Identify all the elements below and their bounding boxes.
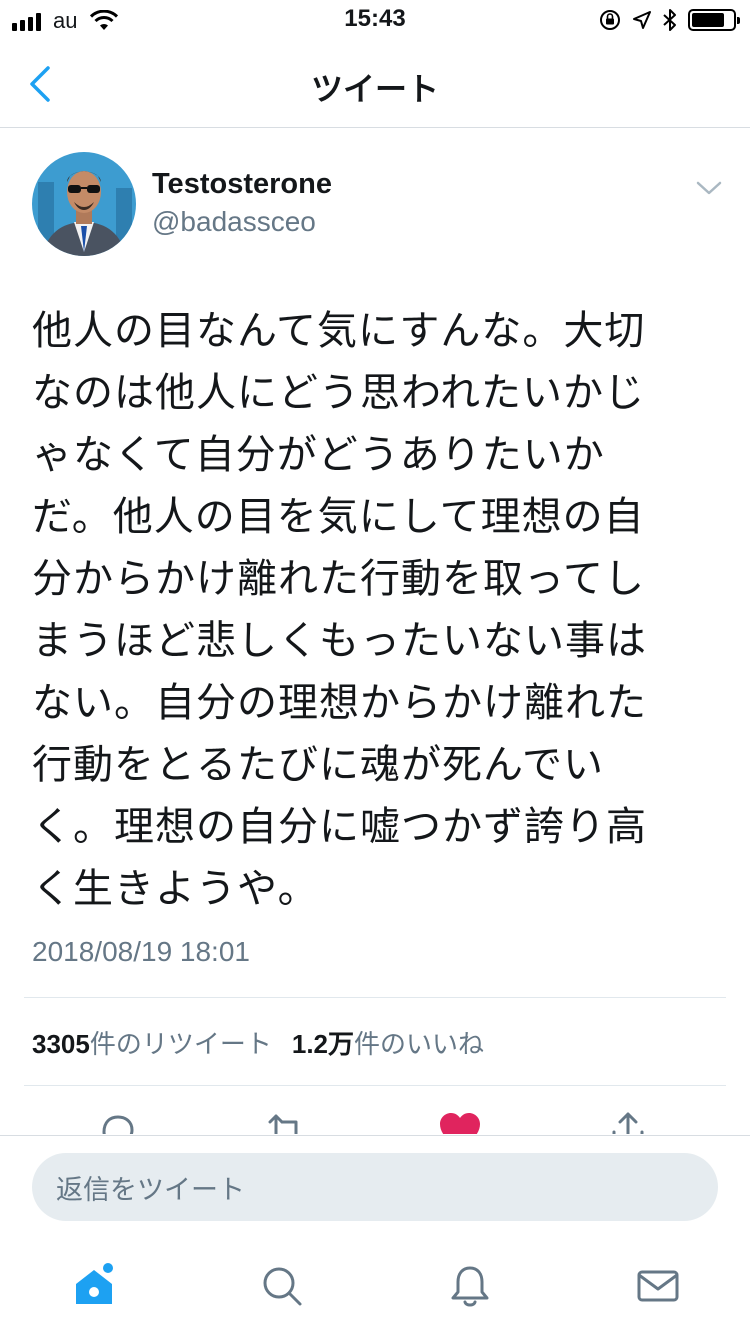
search-icon[interactable] (258, 1262, 306, 1310)
divider (24, 997, 726, 998)
like-label[interactable]: 件のいいね (354, 1024, 484, 1061)
engagement-stats: 3305 件のリツイート 1.2万 件のいいね (32, 1024, 504, 1061)
status-bar: au 15:43 (0, 0, 750, 40)
location-icon (633, 11, 651, 29)
page-title: ツイート (310, 70, 439, 108)
retweet-label[interactable]: 件のリツイート (90, 1024, 272, 1061)
bluetooth-icon (663, 9, 676, 31)
reply-icon[interactable] (94, 1108, 142, 1134)
avatar[interactable] (32, 152, 136, 256)
battery-icon (688, 9, 740, 31)
tweet-actions (0, 1086, 750, 1134)
share-icon[interactable] (604, 1108, 652, 1134)
notifications-icon[interactable] (446, 1262, 494, 1310)
messages-icon[interactable] (634, 1262, 682, 1310)
retweet-count[interactable]: 3305 (32, 1029, 90, 1060)
navigation-bar: ツイート (0, 40, 750, 128)
user-handle[interactable]: @badassceo (152, 206, 316, 238)
tweet-text: 他人の目なんて気にすんな。大切 なのは他人にどう思われたいかじ ゃなくて自分がど… (32, 308, 647, 912)
reply-input[interactable]: 返信をツイート (32, 1153, 718, 1221)
retweet-icon[interactable] (262, 1108, 310, 1134)
status-right (598, 8, 740, 32)
rotation-lock-icon (600, 10, 620, 30)
tweet-timestamp: 2018/08/19 18:01 (32, 936, 250, 967)
like-count[interactable]: 1.2万 (292, 1024, 354, 1061)
reply-composer: 返信をツイート (0, 1135, 750, 1334)
chevron-down-icon[interactable] (694, 176, 724, 200)
home-icon[interactable] (70, 1262, 118, 1310)
like-heart-icon[interactable] (436, 1108, 484, 1134)
display-name[interactable]: Testosterone (152, 168, 332, 201)
avatar-illustration (32, 152, 136, 256)
